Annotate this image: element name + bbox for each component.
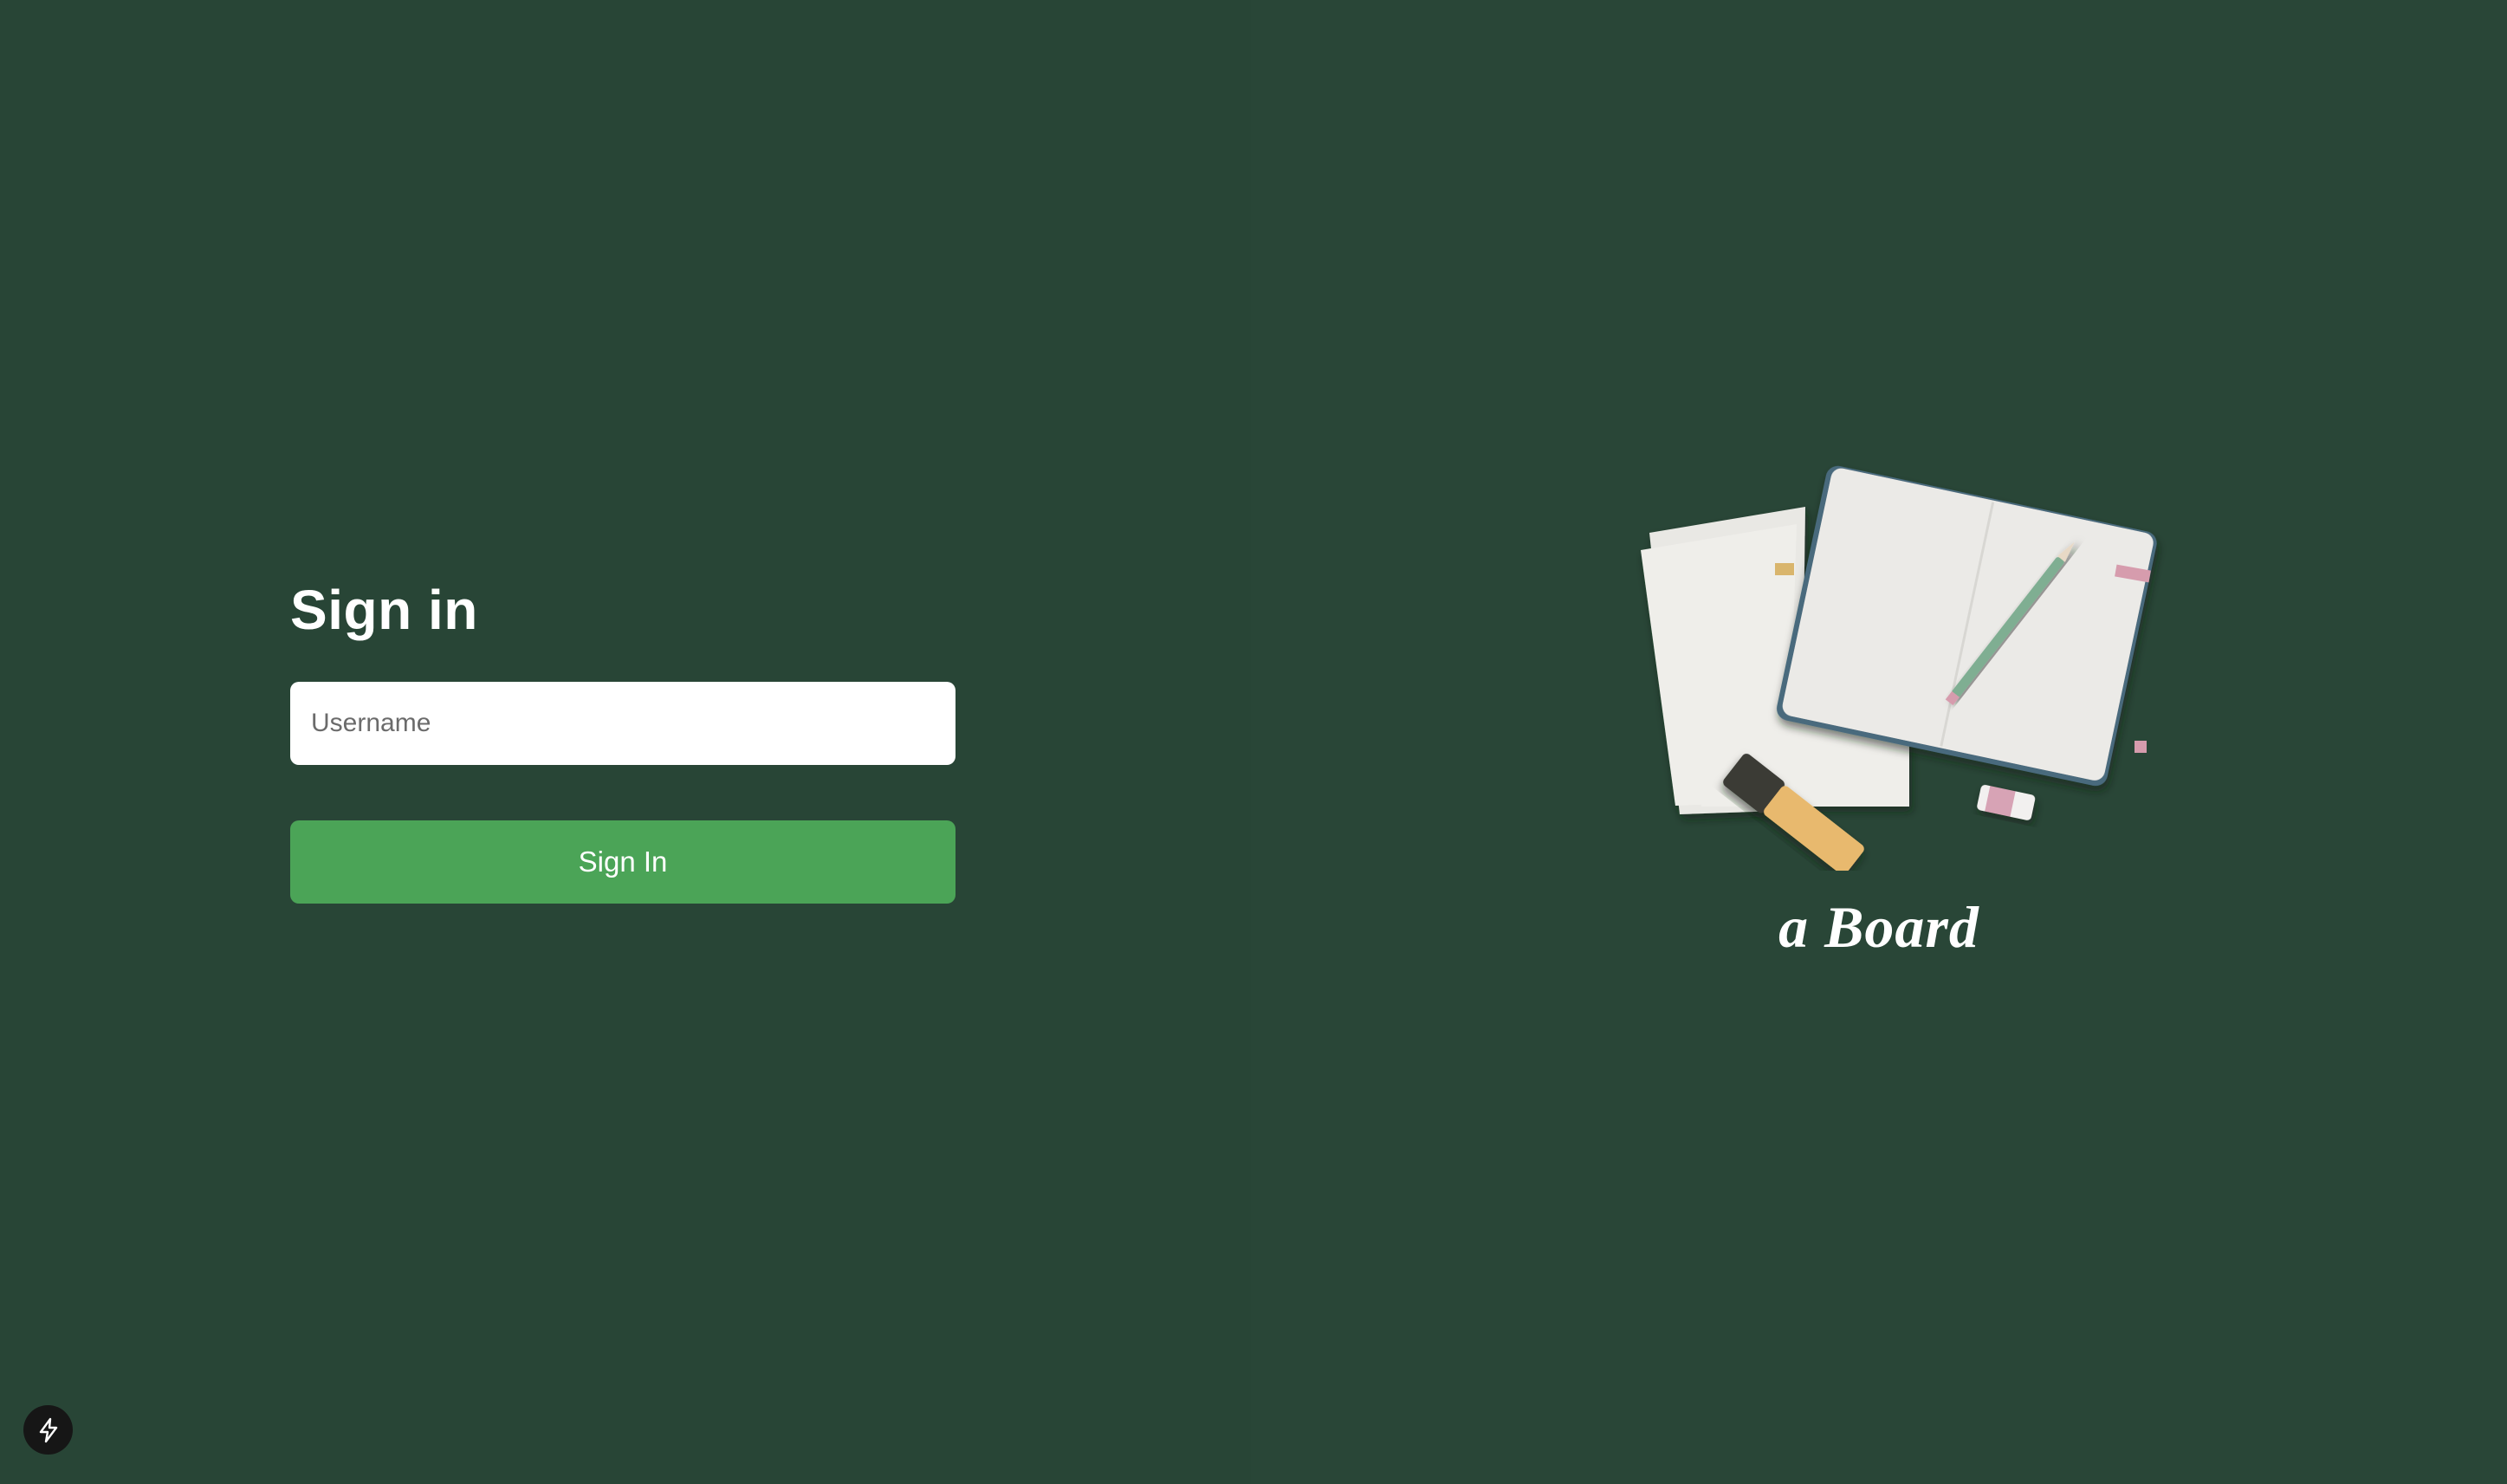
dev-indicator-button[interactable] — [23, 1405, 73, 1455]
page-title: Sign in — [290, 579, 478, 641]
sign-in-button[interactable]: Sign In — [290, 820, 956, 904]
username-input[interactable] — [290, 682, 956, 765]
brand-panel: a Board — [1251, 0, 2507, 1484]
brand-name: a Board — [1778, 894, 1979, 960]
signin-page: Sign in Sign In — [0, 0, 2507, 1484]
eraser-icon — [1977, 784, 2036, 820]
bookmark-tab-icon — [1775, 563, 1794, 575]
signin-form: Sign in Sign In — [290, 576, 956, 904]
signin-panel: Sign in Sign In — [0, 0, 1251, 1484]
notebook-illustration — [1641, 465, 2157, 871]
lightning-bolt-icon — [39, 1417, 57, 1442]
bookmark-tab-icon — [2135, 741, 2147, 753]
